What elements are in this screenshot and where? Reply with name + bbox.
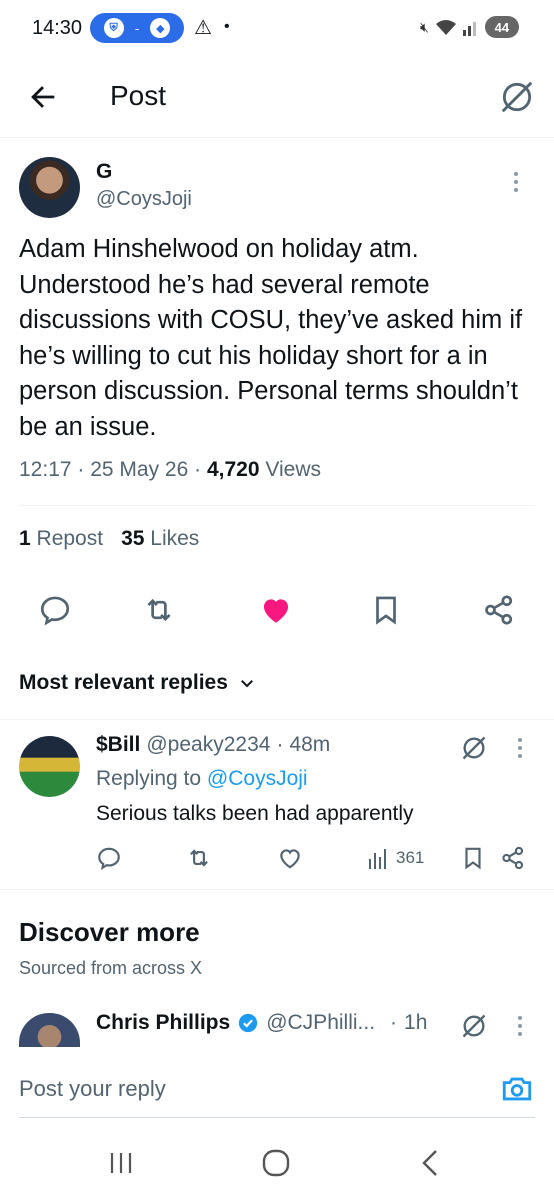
discover-post-header: Chris Phillips @CJPhilli... · 1h — [96, 1011, 427, 1035]
share-icon[interactable] — [482, 593, 516, 627]
reposts-count: 1 — [19, 527, 31, 550]
share-icon[interactable] — [500, 845, 526, 871]
discover-post-time[interactable]: 1h — [404, 1011, 427, 1035]
reply-separator: · — [276, 733, 284, 756]
meta-separator: · — [77, 458, 91, 481]
system-nav-bar — [0, 1130, 554, 1200]
notification-dot-icon: • — [224, 18, 230, 35]
reply-icon[interactable] — [96, 845, 122, 871]
wifi-icon — [435, 20, 456, 35]
reply-author-handle[interactable]: @peaky2234 — [146, 733, 270, 757]
author-handle[interactable]: @CoysJoji — [96, 188, 192, 211]
discover-title: Discover more — [19, 917, 200, 947]
post-text: Adam Hinshelwood on holiday atm. Underst… — [19, 235, 523, 441]
author-avatar[interactable] — [19, 157, 80, 218]
page-title: Post — [110, 80, 167, 111]
grok-icon[interactable] — [460, 734, 488, 762]
likes-label: Likes — [150, 527, 200, 550]
post-date: 25 May 26 — [90, 458, 189, 481]
composer-underline — [19, 1117, 535, 1118]
scroll-cutoff — [0, 1047, 554, 1055]
bookmark-icon[interactable] — [460, 845, 486, 871]
discover-post-handle[interactable]: @CJPhilli... — [266, 1011, 375, 1035]
status-notification-pill: ⛨ - ◆ — [90, 13, 184, 43]
grok-icon[interactable] — [498, 78, 536, 116]
more-icon[interactable] — [516, 737, 524, 759]
top-app-bar: Post — [0, 58, 554, 138]
camera-icon[interactable] — [500, 1072, 534, 1106]
post-views-count[interactable]: 4,720 — [207, 458, 260, 481]
grok-icon[interactable] — [460, 1012, 488, 1040]
mute-icon: 🔇︎ — [420, 18, 429, 35]
replies-sort-button[interactable]: Most relevant replies — [19, 671, 256, 695]
more-icon[interactable] — [512, 170, 520, 194]
bookmark-icon[interactable] — [369, 593, 403, 627]
views-stat[interactable]: 361 — [368, 845, 424, 871]
signal-icon — [462, 22, 476, 36]
meta-separator: · — [194, 458, 207, 481]
status-time: 14:30 — [32, 17, 83, 39]
replying-prefix: Replying to — [96, 767, 202, 790]
reply-time[interactable]: 48m — [289, 733, 330, 757]
likes-count: 35 — [121, 527, 145, 550]
replying-to: Replying to @CoysJoji — [96, 767, 308, 791]
replies-sort-label: Most relevant replies — [19, 671, 228, 694]
repost-icon[interactable] — [142, 593, 176, 627]
post-time: 12:17 — [19, 458, 72, 481]
reply-author-name[interactable]: $Bill — [96, 733, 140, 757]
chevron-down-icon — [238, 674, 256, 692]
home-icon[interactable] — [262, 1149, 290, 1177]
nav-back-icon[interactable] — [420, 1149, 440, 1177]
more-icon[interactable] — [516, 1015, 524, 1037]
divider — [0, 889, 554, 890]
repost-icon[interactable] — [186, 845, 212, 871]
status-pill-dash: - — [134, 20, 140, 36]
reposts-label: Repost — [36, 527, 104, 550]
reply-input[interactable]: Post your reply — [19, 1076, 166, 1102]
discover-post-avatar[interactable] — [19, 1013, 80, 1047]
verified-icon — [237, 1012, 259, 1034]
warning-icon: ⚠ — [194, 17, 212, 39]
author-name[interactable]: G — [96, 160, 112, 184]
divider — [19, 505, 535, 506]
discover-post-author-name[interactable]: Chris Phillips — [96, 1011, 230, 1035]
post-views-label[interactable]: Views — [265, 458, 321, 481]
heart-icon[interactable] — [259, 593, 293, 627]
views-icon — [368, 845, 390, 871]
reply-avatar[interactable] — [19, 736, 80, 797]
system-icons: 🔇︎ 44 — [420, 16, 519, 38]
discover-post-separator: · — [390, 1011, 398, 1034]
likes-stat[interactable]: 35 Likes — [121, 527, 199, 551]
discover-subtitle: Sourced from across X — [19, 958, 203, 978]
heart-icon[interactable] — [277, 845, 303, 871]
post-meta: 12:17 · 25 May 26 · 4,720 Views — [19, 458, 321, 482]
replying-to-link[interactable]: @CoysJoji — [207, 767, 308, 790]
club-crest-icon: ⛨ — [103, 18, 124, 38]
post-stats: 1 Repost 35 Likes — [19, 527, 199, 551]
reply-text: Serious talks been had apparently — [96, 802, 414, 825]
shield-icon: ◆ — [150, 18, 171, 38]
reposts-stat[interactable]: 1 Repost — [19, 527, 103, 551]
divider — [0, 719, 554, 720]
reply-composer: Post your reply — [0, 1055, 554, 1121]
reply-icon[interactable] — [38, 593, 72, 627]
reply-header: $Bill @peaky2234 · 48m — [96, 733, 330, 757]
back-arrow-icon[interactable] — [26, 80, 60, 114]
reply-views-count: 361 — [396, 848, 425, 867]
recent-apps-icon[interactable] — [108, 1150, 134, 1176]
battery-icon: 44 — [484, 16, 519, 38]
status-bar: 14:30 ⛨ - ◆ ⚠ • 🔇︎ 44 — [0, 0, 554, 58]
